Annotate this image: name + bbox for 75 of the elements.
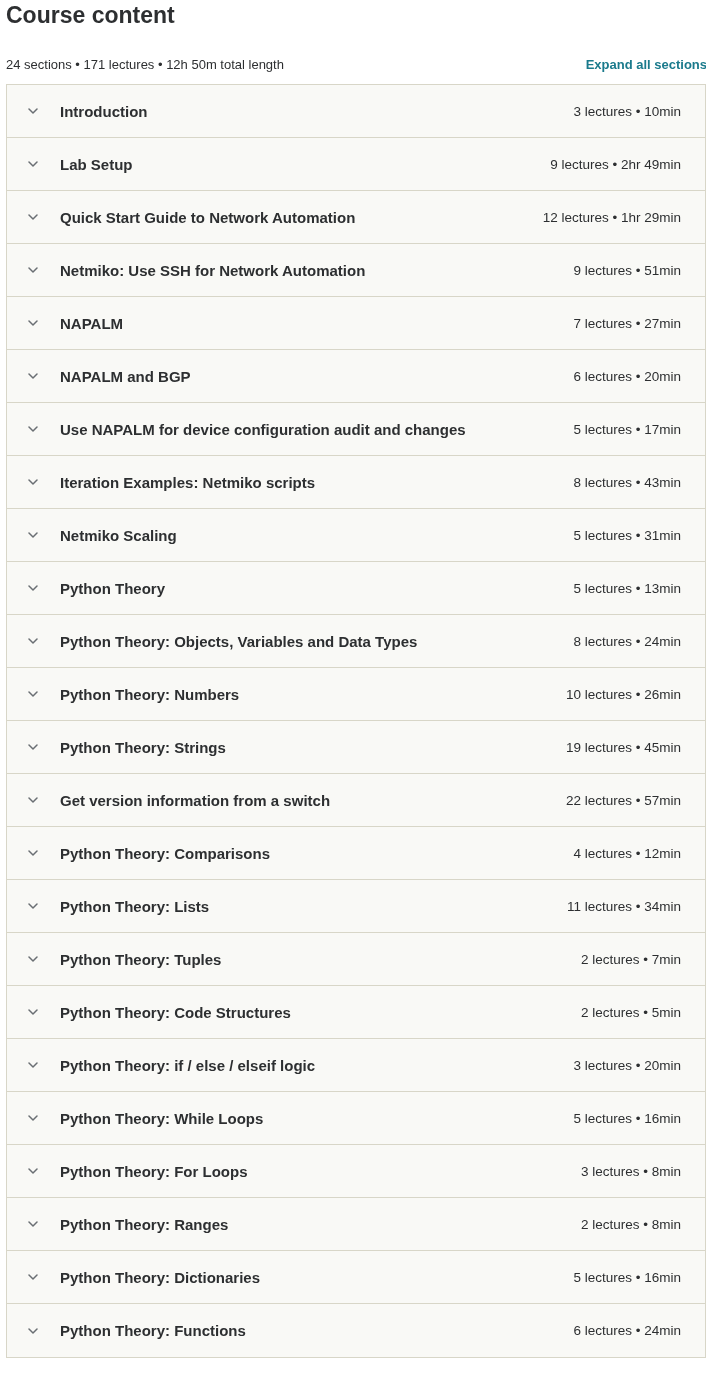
section-header[interactable]: Python Theory: While Loops 5 lectures • 16min [7, 1092, 705, 1145]
section-title: Python Theory: Objects, Variables and Data Types [60, 632, 419, 650]
section-meta: 10 lectures • 26min [565, 686, 681, 702]
section-header[interactable]: Use NAPALM for device configuration audit and changes 5 lectures • 17min [7, 403, 705, 456]
section-meta: 2 lectures • 5min [580, 1004, 681, 1020]
section-meta: 6 lectures • 20min [573, 368, 681, 384]
section-header[interactable]: NAPALM and BGP 6 lectures • 20min [7, 350, 705, 403]
section-header[interactable]: Python Theory: Functions 6 lectures • 24min [7, 1304, 705, 1357]
section-meta: 7 lectures • 27min [573, 315, 681, 331]
section-meta: 22 lectures • 57min [565, 792, 681, 808]
course-summary: 24 sections • 171 lectures • 12h 50m total length [6, 56, 284, 72]
section-meta: 5 lectures • 16min [573, 1110, 681, 1126]
section-meta: 11 lectures • 34min [566, 898, 681, 914]
section-meta: 2 lectures • 8min [580, 1216, 681, 1232]
section-heading: Course content [6, 1, 176, 30]
section-title: Quick Start Guide to Network Automation [60, 208, 357, 226]
section-meta: 3 lectures • 8min [580, 1163, 681, 1179]
section-meta: 4 lectures • 12min [573, 845, 681, 861]
section-header[interactable]: Python Theory: Dictionaries 5 lectures • 16min [7, 1251, 705, 1304]
section-meta: 5 lectures • 16min [573, 1269, 681, 1285]
section-header[interactable]: Python Theory: Strings 19 lectures • 45min [7, 721, 705, 774]
section-meta: 2 lectures • 7min [580, 951, 681, 967]
section-title: Lab Setup [60, 155, 134, 173]
expand-all-link[interactable]: Expand all sections [585, 56, 706, 72]
section-header[interactable]: Python Theory: Numbers 10 lectures • 26min [7, 668, 705, 721]
section-title: NAPALM and BGP [60, 367, 192, 385]
section-title: Python Theory: Numbers [60, 685, 241, 703]
section-title: Use NAPALM for device configuration audit and changes [60, 420, 467, 438]
section-title: Python Theory: Tuples [60, 950, 223, 968]
section-header[interactable]: Python Theory: Comparisons 4 lectures • 12min [7, 827, 705, 880]
section-header[interactable]: Python Theory: Objects, Variables and Data Types 8 lectures • 24min [7, 615, 705, 668]
section-meta: 19 lectures • 45min [565, 739, 681, 755]
section-meta: 12 lectures • 1hr 29min [542, 209, 681, 225]
section-title: Python Theory: Strings [60, 738, 227, 756]
section-meta: 8 lectures • 43min [573, 474, 681, 490]
section-meta: 9 lectures • 51min [573, 262, 681, 278]
section-title: Python Theory: if / else / elseif logic [60, 1056, 317, 1074]
section-meta: 9 lectures • 2hr 49min [550, 156, 681, 172]
section-header[interactable]: Lab Setup 9 lectures • 2hr 49min [7, 138, 705, 191]
section-title: NAPALM [60, 314, 125, 332]
section-header[interactable]: Introduction 3 lectures • 10min [7, 85, 705, 138]
section-title: Python Theory: Comparisons [60, 844, 272, 862]
section-meta: 5 lectures • 17min [573, 421, 681, 437]
section-title: Get version information from a switch [60, 791, 332, 809]
section-title: Netmiko: Use SSH for Network Automation [60, 261, 367, 279]
section-header[interactable]: Python Theory 5 lectures • 13min [7, 562, 705, 615]
section-title: Python Theory: Functions [60, 1322, 247, 1339]
section-meta: 5 lectures • 31min [573, 527, 681, 543]
section-header[interactable]: Python Theory: Lists 11 lectures • 34min [7, 880, 705, 933]
section-header[interactable]: Get version information from a switch 22 lectures • 57min [7, 774, 705, 827]
section-meta: 3 lectures • 20min [573, 1057, 681, 1073]
section-header[interactable]: Netmiko Scaling 5 lectures • 31min [7, 509, 705, 562]
section-title: Python Theory: Lists [60, 897, 211, 915]
section-title: Netmiko Scaling [60, 526, 178, 544]
section-meta: 5 lectures • 13min [573, 580, 681, 596]
section-title: Iteration Examples: Netmiko scripts [60, 473, 317, 491]
section-title: Python Theory: Dictionaries [60, 1268, 262, 1286]
section-header[interactable]: Iteration Examples: Netmiko scripts 8 lectures • 43min [7, 456, 705, 509]
section-title: Python Theory: Code Structures [60, 1003, 292, 1021]
section-header[interactable]: Python Theory: Code Structures 2 lectures • 5min [7, 986, 705, 1039]
section-meta: 8 lectures • 24min [573, 633, 681, 649]
section-meta: 3 lectures • 10min [573, 103, 681, 119]
section-header[interactable]: Python Theory: Tuples 2 lectures • 7min [7, 933, 705, 986]
section-title: Python Theory [60, 579, 166, 597]
section-title: Python Theory: Ranges [60, 1215, 230, 1233]
section-title: Introduction [60, 102, 149, 120]
section-title: Python Theory: For Loops [60, 1162, 249, 1180]
section-header[interactable]: Netmiko: Use SSH for Network Automation 9 lectures • 51min [7, 244, 705, 297]
section-header[interactable]: NAPALM 7 lectures • 27min [7, 297, 705, 350]
section-header[interactable]: Quick Start Guide to Network Automation 12 lectures • 1hr 29min [7, 191, 705, 244]
section-header[interactable]: Python Theory: Ranges 2 lectures • 8min [7, 1198, 705, 1251]
section-meta: 6 lectures • 24min [573, 1323, 681, 1338]
section-header[interactable]: Python Theory: if / else / elseif logic 3 lectures • 20min [7, 1039, 705, 1092]
section-header[interactable]: Python Theory: For Loops 3 lectures • 8min [7, 1145, 705, 1198]
section-title: Python Theory: While Loops [60, 1109, 265, 1127]
